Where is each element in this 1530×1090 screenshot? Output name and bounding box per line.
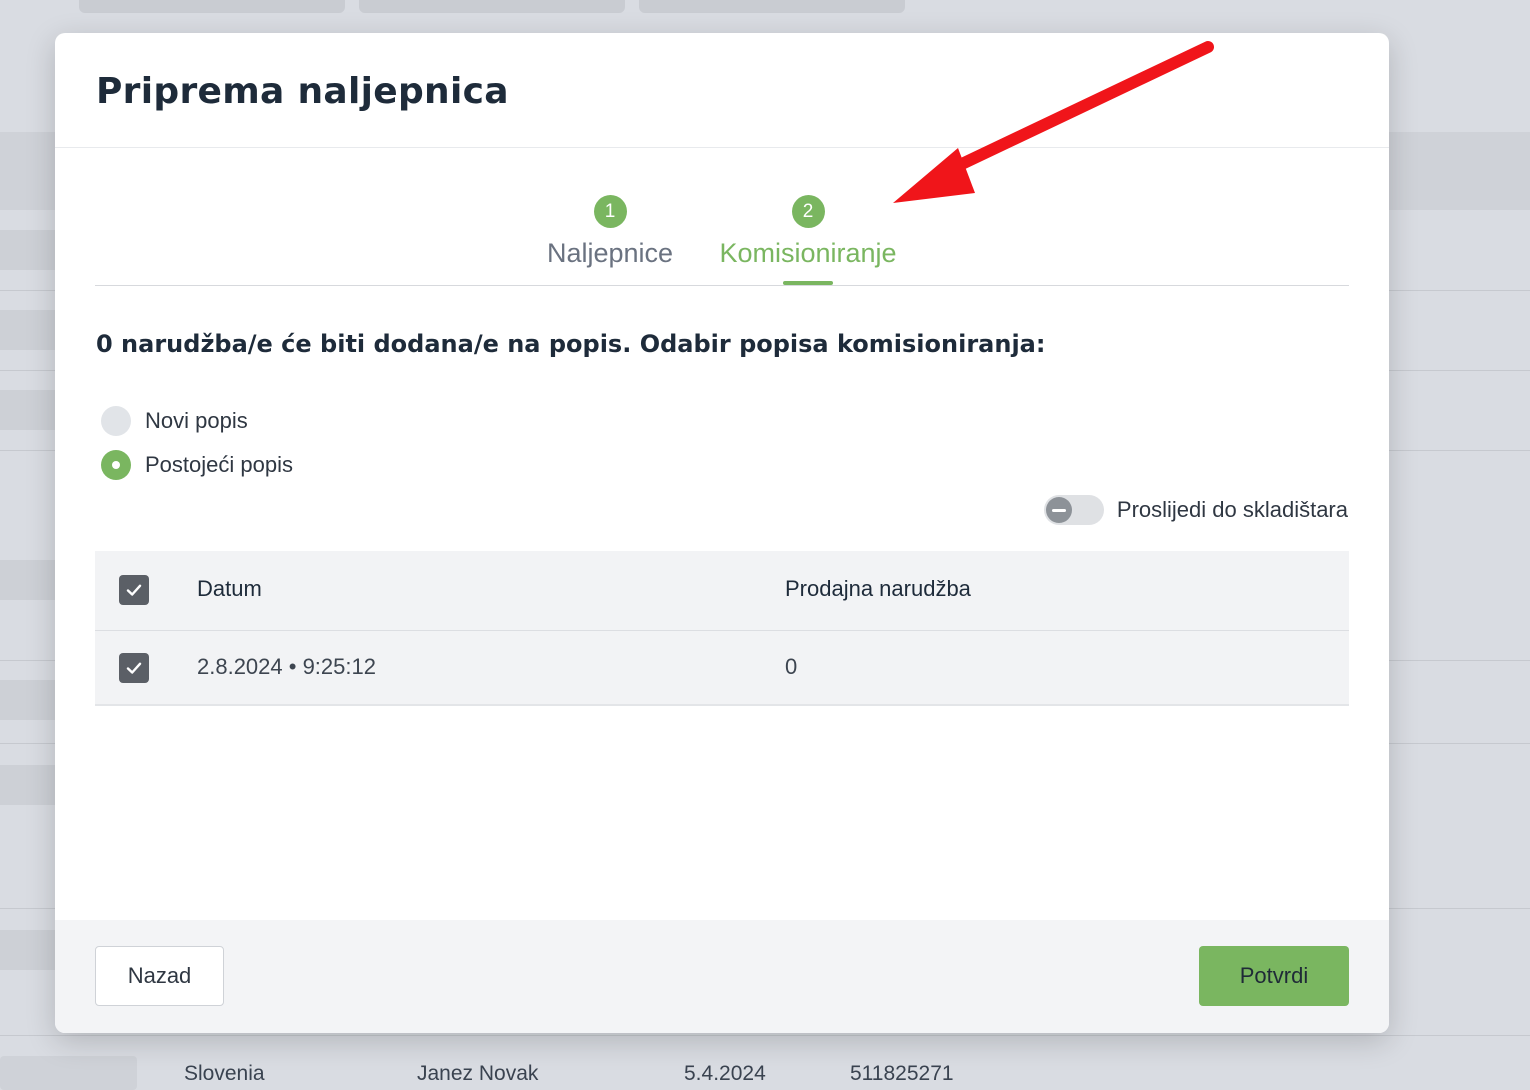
step-label: Naljepnice [546,238,674,268]
toggle-minus-icon [1045,497,1072,523]
label-preparation-dialog: Priprema naljepnica 1 Naljepnice 2 Komis… [55,33,1389,1033]
background-tab [79,0,345,13]
background-chip [0,1056,137,1090]
back-button[interactable]: Nazad [95,946,224,1006]
background-block [0,930,55,970]
stepper: 1 Naljepnice 2 Komisioniranje [95,148,1349,286]
dialog-footer: Nazad Potvrdi [55,920,1389,1033]
radio-new-list[interactable]: Novi popis [101,406,248,436]
select-all-checkbox[interactable] [119,575,149,605]
step-labels[interactable]: 1 Naljepnice [542,195,678,269]
row-date: 2.8.2024 • 9:25:12 [197,654,376,679]
step-picking[interactable]: 2 Komisioniranje [713,195,903,269]
background-tab [639,0,905,13]
row-checkbox[interactable] [119,653,149,683]
background-name: Janez Novak [417,1062,539,1085]
background-block [0,310,55,350]
active-step-indicator [783,281,833,285]
radio-label: Postojeći popis [145,452,293,477]
background-number: 511825271 [850,1062,954,1085]
background-date: 5.4.2024 [684,1062,766,1085]
toggle-label: Proslijedi do skladištara [1116,497,1348,522]
confirm-button[interactable]: Potvrdi [1199,946,1349,1006]
dialog-header: Priprema naljepnica [55,33,1389,148]
dialog-title: Priprema naljepnica [96,71,509,112]
radio-label: Novi popis [145,408,248,433]
radio-existing-list[interactable]: Postojeći popis [101,450,293,480]
background-block [0,765,55,805]
step-number-badge: 2 [791,195,825,228]
step-number-badge: 1 [593,195,627,228]
check-icon [126,584,142,596]
picking-list-info: 0 narudžba/e će biti dodana/e na popis. … [96,330,1046,358]
row-order: 0 [785,654,798,679]
table-row[interactable]: 2.8.2024 • 9:25:12 0 [95,631,1349,706]
picking-list-table: Datum Prodajna narudžba 2.8.2024 • 9:25:… [95,551,1349,706]
radio-button[interactable] [101,406,131,436]
background-divider [0,1035,1530,1036]
background-country: Slovenia [184,1062,265,1085]
table-header: Datum Prodajna narudžba [95,551,1349,631]
background-tab [359,0,625,13]
background-block [0,560,55,600]
background-block [0,680,55,720]
forward-to-warehouse-toggle-row: Proslijedi do skladištara [1043,495,1348,525]
forward-to-warehouse-toggle[interactable] [1043,495,1104,525]
column-header-order: Prodajna narudžba [785,576,971,601]
check-icon [126,662,142,674]
step-label: Komisioniranje [719,238,897,268]
background-block [0,390,55,430]
background-block [0,230,55,270]
radio-button[interactable] [101,450,131,480]
column-header-date: Datum [197,576,262,601]
